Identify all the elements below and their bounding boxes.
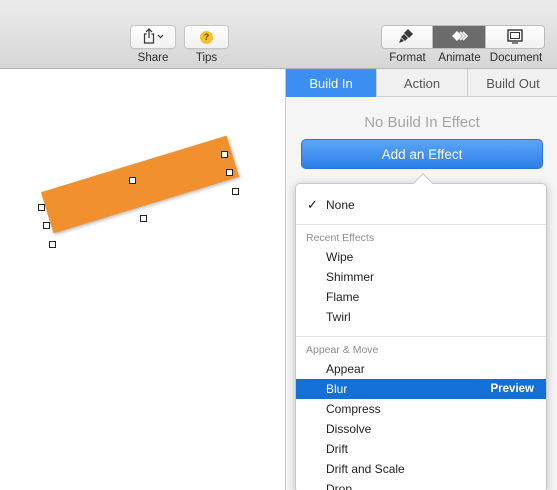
share-button[interactable] xyxy=(130,25,176,49)
build-tabs: Build In Action Build Out xyxy=(286,69,557,97)
menu-item-none[interactable]: ✓ None xyxy=(296,195,546,215)
selection-handle[interactable] xyxy=(38,204,45,211)
menu-header-appear-move: Appear & Move xyxy=(306,344,379,356)
menu-item-drift[interactable]: Drift xyxy=(296,439,546,459)
menu-item-appear[interactable]: Appear xyxy=(296,359,546,379)
share-label: Share xyxy=(137,52,169,64)
preview-button[interactable]: Preview xyxy=(491,383,534,395)
menu-item-label: Blur xyxy=(326,382,348,396)
menu-item-twirl[interactable]: Twirl xyxy=(296,307,546,327)
selection-handle[interactable] xyxy=(140,215,147,222)
menu-item-drift-and-scale[interactable]: Drift and Scale xyxy=(296,459,546,479)
selection-handle[interactable] xyxy=(221,151,228,158)
menu-separator xyxy=(296,224,546,225)
tab-action[interactable]: Action xyxy=(377,69,468,97)
selection-handle[interactable] xyxy=(226,169,233,176)
format-button[interactable] xyxy=(382,26,433,48)
tips-button[interactable]: ? xyxy=(184,25,229,49)
menu-item-wipe[interactable]: Wipe xyxy=(296,247,546,267)
menu-item-drop[interactable]: Drop xyxy=(296,479,546,490)
document-button[interactable] xyxy=(486,26,544,48)
share-icon xyxy=(142,27,164,47)
tips-label: Tips xyxy=(195,52,218,64)
selection-handle[interactable] xyxy=(43,222,50,229)
menu-separator xyxy=(296,336,546,337)
menu-header-recent: Recent Effects xyxy=(306,232,375,244)
document-icon xyxy=(506,28,524,47)
diamond-icon xyxy=(449,28,469,47)
selection-handle[interactable] xyxy=(129,177,136,184)
menu-item-dissolve[interactable]: Dissolve xyxy=(296,419,546,439)
document-label: Document xyxy=(489,52,543,64)
slide-canvas[interactable] xyxy=(0,69,285,490)
animate-button[interactable] xyxy=(433,26,486,48)
tab-build-in[interactable]: Build In xyxy=(286,69,377,97)
inspector-view-switcher xyxy=(381,25,545,49)
menu-item-compress[interactable]: Compress xyxy=(296,399,546,419)
selection-handle[interactable] xyxy=(49,241,56,248)
paintbrush-icon xyxy=(398,28,416,47)
menu-item-shimmer[interactable]: Shimmer xyxy=(296,267,546,287)
animate-label: Animate xyxy=(438,52,481,64)
add-effect-button[interactable]: Add an Effect xyxy=(301,139,543,169)
menu-item-blur[interactable]: Blur Preview xyxy=(296,379,546,399)
question-icon: ? xyxy=(200,30,213,44)
format-label: Format xyxy=(389,52,426,64)
menu-item-flame[interactable]: Flame xyxy=(296,287,546,307)
checkmark-icon: ✓ xyxy=(307,197,318,212)
effect-menu: ✓ None Recent Effects Wipe Shimmer Flame… xyxy=(295,183,547,490)
tab-build-out[interactable]: Build Out xyxy=(468,69,557,97)
no-effect-text: No Build In Effect xyxy=(364,114,480,131)
selection-handle[interactable] xyxy=(232,188,239,195)
menu-item-label: None xyxy=(326,198,355,212)
toolbar: Share ? Tips Format Animate Document xyxy=(0,0,557,69)
